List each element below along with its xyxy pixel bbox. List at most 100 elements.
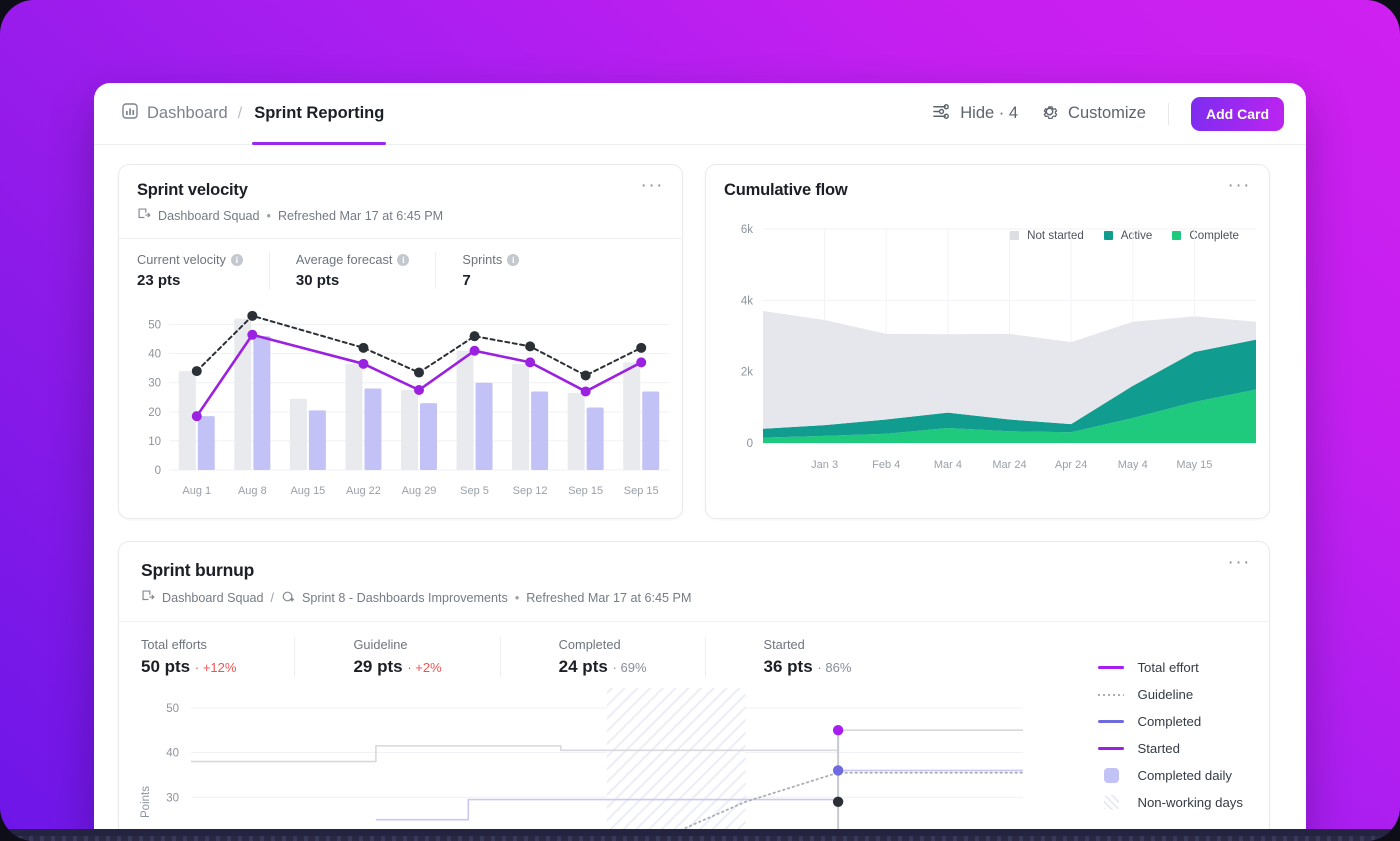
svg-text:Mar 24: Mar 24 — [992, 459, 1026, 471]
metric-guideline-value: 29 pts · +2% — [353, 657, 442, 676]
metric-sprints: Sprints i 7 — [462, 252, 545, 289]
svg-text:30: 30 — [166, 792, 179, 804]
cards-row-top: ··· Sprint velocity Dashboard Squad • Re… — [118, 164, 1282, 519]
legend-label-non-working-days: Non-working days — [1137, 795, 1243, 810]
svg-text:May 15: May 15 — [1176, 459, 1212, 471]
cumulative-flow-card: ··· Cumulative flow Not started Active C… — [705, 164, 1270, 519]
device-screen: Dashboard / Sprint Reporting Hide · 4 Cu… — [0, 0, 1400, 841]
metric-started-value: 36 pts · 86% — [763, 657, 852, 676]
sprint-burnup-squad[interactable]: Dashboard Squad — [162, 591, 264, 605]
metric-current-velocity: Current velocity i 23 pts — [137, 252, 270, 289]
legend-swatch-completed — [1098, 720, 1125, 723]
svg-text:6k: 6k — [741, 224, 753, 236]
cumulative-flow-title: Cumulative flow — [724, 181, 848, 199]
svg-text:Aug 8: Aug 8 — [238, 485, 267, 497]
metric-completed-number: 24 pts — [558, 657, 608, 676]
metric-guideline: Guideline 29 pts · +2% — [353, 637, 501, 677]
svg-text:Aug 15: Aug 15 — [290, 485, 325, 497]
sprint-burnup-header: Sprint burnup Dashboard Squad / Sprint 8… — [119, 542, 1269, 622]
breadcrumb-active-label: Sprint Reporting — [254, 104, 385, 122]
sprint-burnup-sprint[interactable]: Sprint 8 - Dashboards Improvements — [302, 591, 508, 605]
metric-current-velocity-value: 23 pts — [137, 272, 181, 289]
subtitle-slash: / — [270, 591, 275, 605]
svg-text:Sep 12: Sep 12 — [513, 485, 548, 497]
svg-text:20: 20 — [148, 407, 161, 419]
legend-label-started: Started — [1137, 741, 1180, 756]
sprint-velocity-header: Sprint velocity Dashboard Squad • Refres… — [119, 165, 682, 239]
dashboard-icon — [122, 103, 138, 124]
metric-total-efforts-value: 50 pts · +12% — [141, 657, 237, 676]
sprint-burnup-refreshed: Refreshed Mar 17 at 6:45 PM — [526, 591, 692, 605]
svg-text:Sep 15: Sep 15 — [568, 485, 603, 497]
legend-swatch-guideline — [1098, 693, 1125, 696]
metric-sprints-value: 7 — [462, 272, 471, 289]
breadcrumb-dashboard[interactable]: Dashboard — [122, 103, 228, 124]
sprint-velocity-refreshed: Refreshed Mar 17 at 6:45 PM — [277, 209, 444, 223]
svg-text:Mar 4: Mar 4 — [934, 459, 962, 471]
sprint-burnup-chart: 30 40 50 Points — [140, 688, 1024, 839]
metric-guideline-delta: +2% — [415, 660, 442, 675]
sprint-velocity-chart: 0 10 20 30 40 50 Aug 1 Aug 8 Aug 15 Aug 22 Aug 29 S… — [148, 310, 669, 497]
legend-swatch-completed-daily — [1098, 768, 1124, 783]
squad-icon — [137, 207, 152, 225]
svg-text:Jan 3: Jan 3 — [811, 459, 838, 471]
svg-text:40: 40 — [166, 748, 179, 760]
header-divider — [1168, 102, 1169, 125]
sprint-burnup-metrics: Total efforts 50 pts · +12% Guideline 29… — [119, 622, 1269, 681]
sprint-burnup-subtitle: Dashboard Squad / Sprint 8 - Dashboards … — [141, 589, 1249, 607]
metric-guideline-label: Guideline — [353, 637, 408, 652]
customize-button-label: Customize — [1068, 104, 1146, 122]
legend-swatch-started — [1098, 747, 1125, 750]
sprint-velocity-title: Sprint velocity — [137, 181, 248, 199]
metric-average-forecast-value: 30 pts — [295, 272, 340, 289]
metric-started-delta: 86% — [825, 660, 852, 675]
gear-icon — [1040, 102, 1059, 126]
metric-average-forecast-label: Average forecast — [295, 252, 393, 267]
svg-text:Feb 4: Feb 4 — [872, 459, 900, 471]
metric-completed-value: 24 pts · 69% — [558, 657, 647, 676]
legend-item-non-working-days[interactable]: Non-working days — [1098, 789, 1243, 816]
info-icon[interactable]: i — [507, 253, 520, 266]
svg-text:4k: 4k — [741, 295, 753, 307]
breadcrumb-dashboard-label: Dashboard — [147, 104, 228, 122]
legend-item-started[interactable]: Started — [1098, 735, 1243, 762]
metric-completed-label: Completed — [558, 637, 621, 652]
svg-text:Aug 22: Aug 22 — [346, 485, 381, 497]
sprint-velocity-metrics: Current velocity i 23 pts Average foreca… — [119, 239, 682, 293]
sprint-burnup-title: Sprint burnup — [141, 560, 255, 580]
metric-started: Started 36 pts · 86% — [764, 637, 878, 677]
legend-swatch-total-effort — [1098, 666, 1125, 669]
customize-button[interactable]: Customize — [1040, 102, 1146, 126]
hide-button[interactable]: Hide · 4 — [932, 102, 1018, 126]
metric-completed: Completed 24 pts · 69% — [559, 637, 706, 677]
legend-label-completed-daily: Completed daily — [1137, 768, 1233, 783]
sprint-burnup-card: ··· Sprint burnup Dashboard Squad / Spri… — [118, 541, 1270, 839]
cumulative-flow-chart: 0 2k 4k 6k Jan 3 Feb 4 Mar 4 Mar 24 Apr 24 May 4 M… — [741, 224, 1256, 471]
svg-text:Aug 29: Aug 29 — [402, 485, 437, 497]
sprint-velocity-kebab[interactable]: ··· — [637, 176, 668, 195]
svg-text:May 4: May 4 — [1118, 459, 1148, 471]
legend-item-completed[interactable]: Completed — [1098, 708, 1243, 735]
header-actions: Hide · 4 Customize Add Card — [932, 96, 1284, 131]
legend-item-completed-daily[interactable]: Completed daily — [1098, 762, 1243, 789]
metric-total-efforts: Total efforts 50 pts · +12% — [141, 637, 296, 677]
svg-text:Aug 1: Aug 1 — [182, 485, 211, 497]
sliders-icon — [932, 102, 951, 126]
info-icon[interactable]: i — [397, 253, 410, 266]
sprint-icon — [281, 589, 296, 607]
add-card-button[interactable]: Add Card — [1191, 96, 1284, 131]
breadcrumb: Dashboard / Sprint Reporting — [122, 83, 387, 145]
legend-item-guideline[interactable]: Guideline — [1098, 681, 1243, 708]
legend-item-total-effort[interactable]: Total effort — [1098, 654, 1243, 681]
svg-text:Apr 24: Apr 24 — [1055, 459, 1087, 471]
sprint-burnup-kebab[interactable]: ··· — [1224, 553, 1255, 572]
metric-total-efforts-delta: +12% — [202, 660, 237, 675]
svg-text:40: 40 — [148, 349, 161, 361]
cumulative-flow-kebab[interactable]: ··· — [1224, 176, 1255, 195]
legend-swatch-non-working-days — [1098, 795, 1124, 810]
subtitle-dot: • — [266, 209, 271, 223]
dashboard-body: ··· Sprint velocity Dashboard Squad • Re… — [94, 145, 1306, 839]
sprint-velocity-squad: Dashboard Squad — [158, 209, 260, 223]
breadcrumb-sprint-reporting[interactable]: Sprint Reporting — [252, 83, 387, 145]
info-icon[interactable]: i — [230, 253, 243, 266]
